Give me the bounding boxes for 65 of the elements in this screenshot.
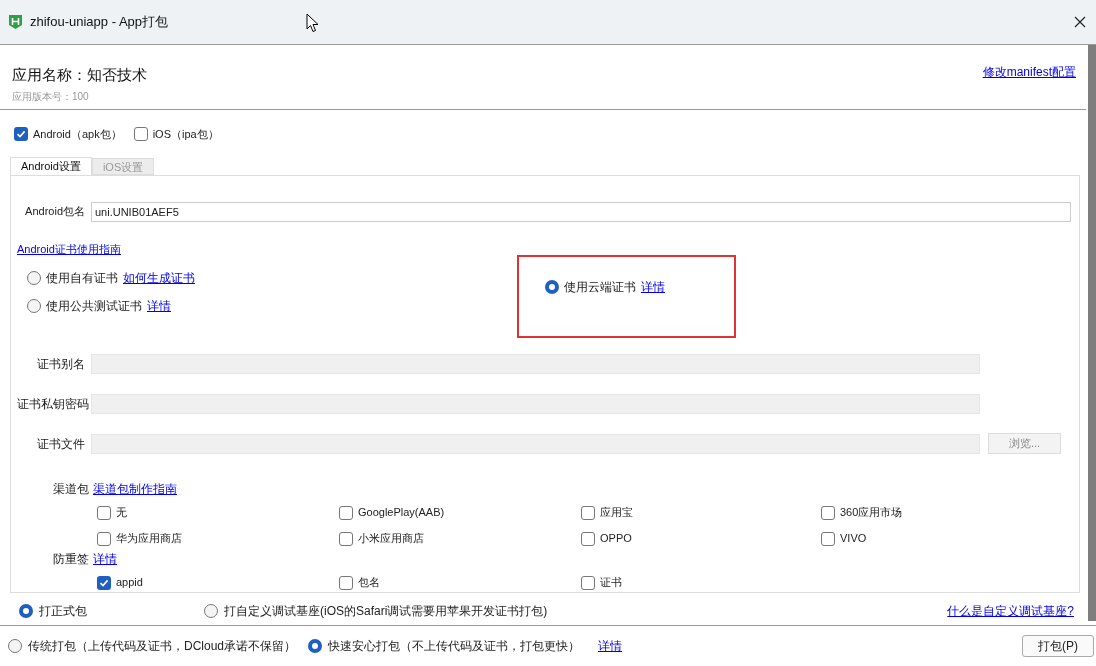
checkbox-label: GooglePlay(AAB) [358,505,445,521]
checkbox-label: OPPO [600,531,632,547]
checkbox-label: iOS（ipa包） [152,126,219,142]
checkbox[interactable] [581,505,595,520]
checkbox-label: Android（apk包） [33,126,122,142]
checkbox[interactable] [821,531,835,546]
radio-label: 使用云端证书 [564,279,636,297]
field-label: 证书文件 [36,435,86,453]
checkbox-label: VIVO [840,531,867,547]
radio-label: 传统打包（上传代码及证书，DCloud承诺不保留） [28,638,297,655]
checkbox-label: 应用宝 [600,505,633,521]
link[interactable]: 详情 [93,549,117,568]
checkbox[interactable] [339,505,353,520]
radio-button[interactable] [27,271,41,286]
link[interactable]: 渠道包制作指南 [93,479,177,498]
link[interactable]: 修改manifest配置 [982,63,1076,81]
radio-button[interactable] [19,604,33,619]
checkbox[interactable] [339,575,353,590]
radio-button[interactable] [308,639,323,653]
radio-label: 打正式包 [39,603,87,621]
radio-button[interactable] [545,280,559,295]
scrollbar[interactable] [1088,45,1096,621]
checkbox[interactable] [97,505,111,520]
version-text: 应用版本号：100 [12,89,90,104]
app-name: 应用名称：知否技术 [12,65,147,85]
radio-label: 使用自有证书 [46,270,118,288]
link[interactable]: 详情 [598,637,623,655]
section-label: 渠道包 [53,480,89,498]
field-label: Android包名 [24,204,86,220]
checkbox[interactable] [339,531,353,546]
radio-button[interactable] [27,299,41,314]
checkbox[interactable] [97,531,111,546]
input-field[interactable]: uni.UNIB01AEF5 [91,201,1071,222]
radio-label: 打自定义调试基座(iOS的Safari调试需要用苹果开发证书打包) [224,603,548,621]
link[interactable]: 如何生成证书 [123,269,195,288]
checkbox-label: 包名 [358,575,380,591]
close-button[interactable] [1072,14,1088,30]
link[interactable]: Android证书使用指南 [17,240,121,255]
checkbox[interactable] [581,575,595,590]
pack-button[interactable]: 打包(P) [1022,635,1094,657]
field-label: 证书别名 [36,355,86,373]
section-label: 防重签 [53,550,89,568]
radio-button[interactable] [204,604,218,619]
checkbox[interactable] [133,127,148,142]
link[interactable]: 什么是自定义调试基座? [947,602,1074,621]
radio-label: 使用公共测试证书 [46,298,142,316]
field-label: 证书私钥密码 [17,395,90,413]
checkbox-label: appid [116,575,143,591]
checkbox-label: 证书 [600,575,622,591]
checkbox-label: 小米应用商店 [358,531,424,547]
checkbox-label: 华为应用商店 [116,531,182,547]
checkbox[interactable] [581,531,595,546]
checkbox[interactable] [821,505,835,520]
link[interactable]: 详情 [147,297,171,316]
cursor-icon [306,13,320,33]
checkbox[interactable] [97,575,111,590]
tab[interactable]: Android设置 [10,156,92,175]
radio-button[interactable] [8,639,22,653]
link[interactable]: 详情 [641,278,665,297]
checkbox-label: 无 [116,505,127,521]
app-logo-icon [9,15,22,29]
checkbox[interactable] [14,127,28,142]
checkbox-label: 360应用市场 [840,505,903,521]
window-title: zhifou-uniapp - App打包 [30,13,169,32]
radio-label: 快速安心打包（不上传代码及证书，打包更快） [328,638,581,655]
